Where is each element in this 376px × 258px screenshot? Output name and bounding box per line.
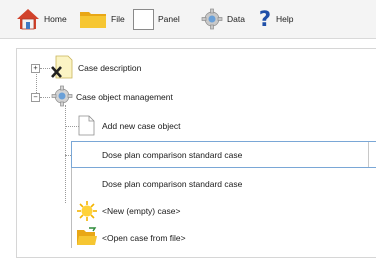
case-object-gear-icon xyxy=(51,85,73,109)
home-button[interactable]: Home xyxy=(16,0,67,38)
sun-new-icon xyxy=(76,200,98,224)
combobox-value: Dose plan comparison standard case xyxy=(102,150,243,160)
tree-connector xyxy=(65,105,66,203)
home-label: Home xyxy=(44,14,67,24)
data-gear-icon xyxy=(201,8,223,30)
help-button[interactable]: ? Help xyxy=(258,0,294,38)
blank-document-icon xyxy=(78,115,95,138)
collapse-toggle[interactable]: − xyxy=(31,93,40,102)
help-question-icon: ? xyxy=(258,7,272,31)
home-icon xyxy=(16,8,40,30)
tree-connector xyxy=(65,126,79,127)
case-description-icon xyxy=(51,55,73,81)
chevron-down-icon[interactable]: ⌄ xyxy=(368,142,376,167)
help-label: Help xyxy=(276,14,294,24)
dropdown-option-open-case-from-file[interactable]: <Open case from file> xyxy=(72,226,376,250)
tree-connector xyxy=(40,97,50,98)
tree-item-case-object-management[interactable]: Case object management xyxy=(76,92,173,102)
file-button[interactable]: File xyxy=(79,0,125,38)
dropdown-option-new-empty-case[interactable]: <New (empty) case> xyxy=(72,199,376,223)
data-label: Data xyxy=(227,14,245,24)
folder-icon xyxy=(79,9,107,29)
case-select-combobox[interactable]: Dose plan comparison standard case ⌄ xyxy=(71,141,376,168)
panel-label: Panel xyxy=(158,14,180,24)
tree-item-add-new-case-object[interactable]: Add new case object xyxy=(102,121,180,131)
option-label: <Open case from file> xyxy=(102,233,186,243)
file-label: File xyxy=(111,14,125,24)
panel-icon xyxy=(133,8,154,30)
option-label: Dose plan comparison standard case xyxy=(102,179,243,189)
data-button[interactable]: Data xyxy=(201,0,245,38)
panel-button[interactable]: Panel xyxy=(133,0,180,38)
case-dropdown-list: Dose plan comparison standard case <New … xyxy=(71,168,376,248)
tree-connector xyxy=(40,68,50,69)
option-label: <New (empty) case> xyxy=(102,206,181,216)
expand-toggle[interactable]: + xyxy=(31,64,40,73)
tree-item-case-description[interactable]: Case description xyxy=(78,63,141,73)
toolbar: Home File Panel Data ? Help xyxy=(0,0,376,39)
dropdown-option-standard-case[interactable]: Dose plan comparison standard case xyxy=(72,172,376,196)
